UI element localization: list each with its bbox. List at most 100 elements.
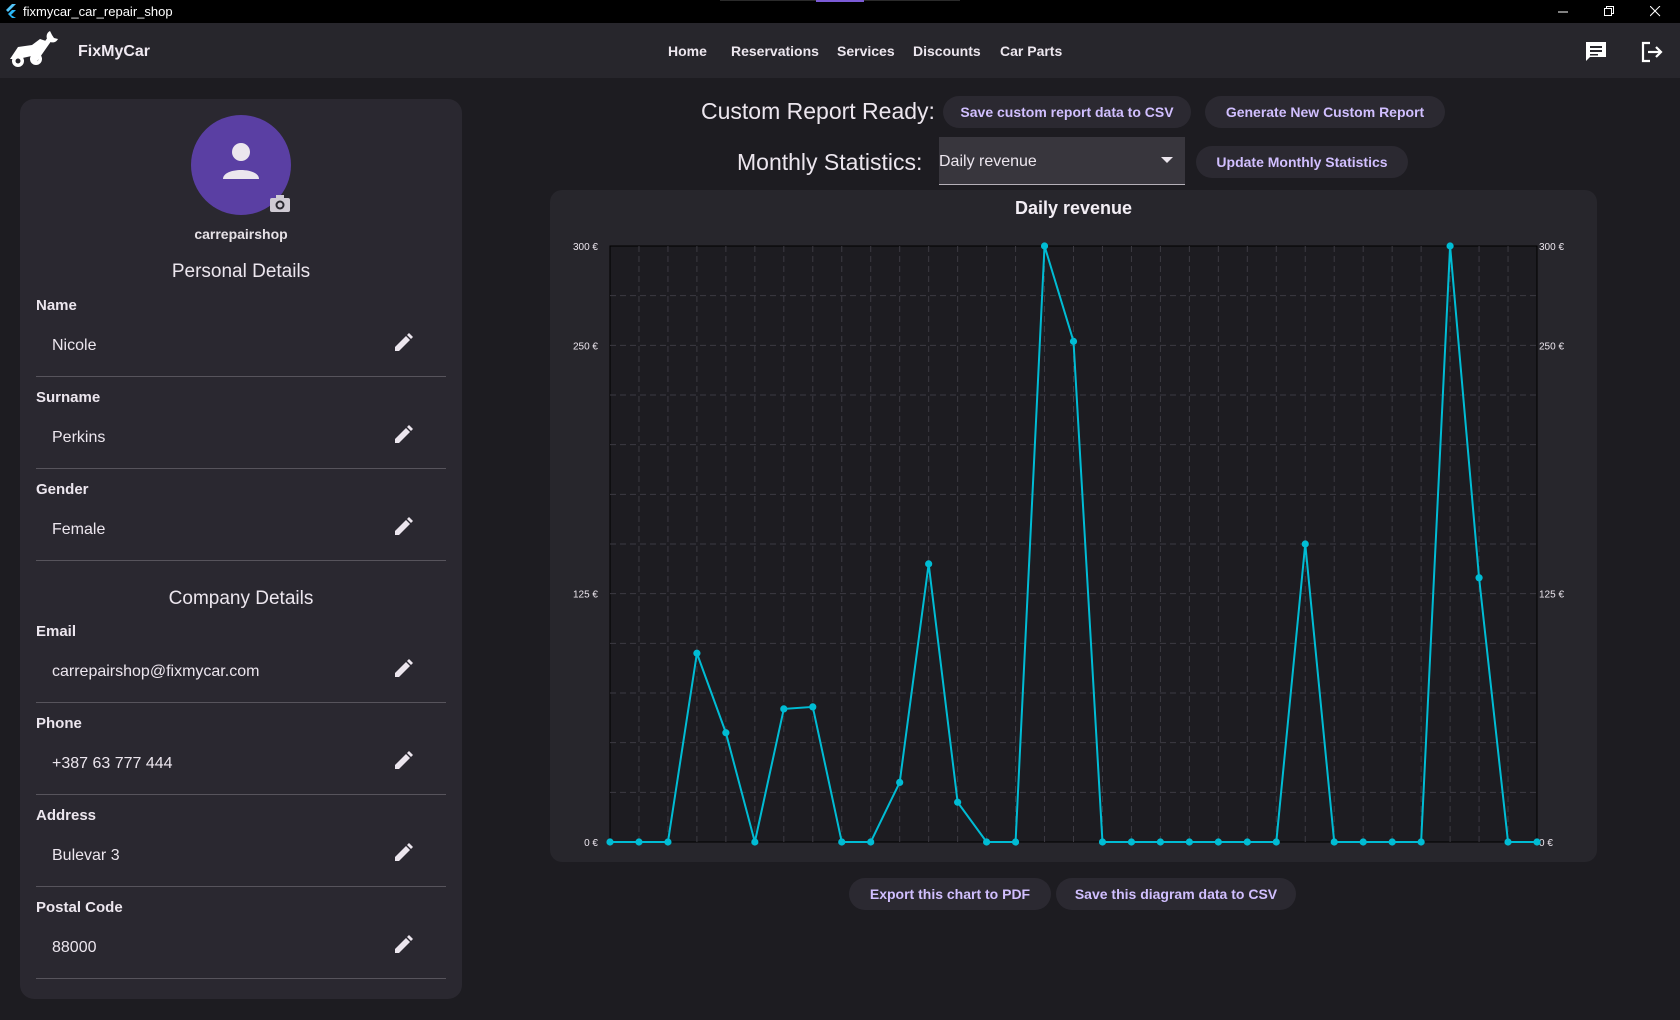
minimize-icon <box>1557 11 1568 13</box>
camera-icon[interactable] <box>269 194 291 213</box>
nav-services[interactable]: Services <box>837 23 895 78</box>
data-point <box>1040 242 1049 250</box>
chevron-down-icon <box>1161 157 1173 163</box>
title-accent-highlight <box>816 0 864 2</box>
data-point <box>809 703 817 711</box>
chat-icon[interactable] <box>1584 41 1608 63</box>
restore-button[interactable] <box>1586 0 1632 23</box>
export-chart-pdf-button[interactable]: Export this chart to PDF <box>849 878 1051 910</box>
window-title: fixmycar_car_repair_shop <box>23 4 173 19</box>
flutter-icon <box>6 4 16 18</box>
personal-details-title: Personal Details <box>171 261 311 282</box>
update-monthly-statistics-button[interactable]: Update Monthly Statistics <box>1196 146 1408 178</box>
field-label-surname: Surname <box>36 389 101 406</box>
field-label-email: Email <box>36 623 77 640</box>
edit-icon[interactable] <box>392 842 414 864</box>
divider <box>36 468 446 469</box>
data-point <box>1388 838 1396 846</box>
data-point <box>1127 838 1136 846</box>
data-point <box>982 838 991 846</box>
data-point <box>1504 838 1512 846</box>
field-label-postal-code: Postal Code <box>36 899 123 916</box>
data-point <box>1185 838 1193 846</box>
divider <box>36 886 446 887</box>
close-button[interactable] <box>1632 0 1678 23</box>
field-label-address: Address <box>36 807 97 824</box>
nav-home-label: Home <box>668 42 707 59</box>
app-bar: FixMyCar Home Reservations Services Disc… <box>0 23 1680 78</box>
data-point <box>867 838 875 846</box>
profile-card: carrepairshop Personal Details Name Nico… <box>20 99 462 999</box>
edit-icon[interactable] <box>392 750 414 772</box>
data-point <box>1533 838 1541 846</box>
data-point <box>1214 838 1222 846</box>
data-point <box>1330 838 1338 846</box>
nav-discounts-label: Discounts <box>913 42 981 59</box>
data-point <box>751 838 759 846</box>
logout-icon[interactable] <box>1640 40 1664 64</box>
field-label-gender: Gender <box>36 481 89 498</box>
divider <box>36 702 446 703</box>
data-point <box>1098 838 1107 846</box>
daily-revenue-chart: 0 € 0 € 125 € 125 € 250 € 250 € 300 € 300 € <box>573 242 1564 849</box>
nav-reservations-label: Reservations <box>731 42 819 59</box>
person-icon <box>223 143 259 179</box>
company-details-title: Company Details <box>168 588 314 609</box>
edit-icon[interactable] <box>392 424 414 446</box>
data-point <box>693 649 701 657</box>
edit-icon[interactable] <box>392 934 414 956</box>
custom-report-label: Custom Report Ready: <box>701 98 935 124</box>
data-point <box>1301 540 1309 548</box>
data-point <box>780 705 788 713</box>
field-value-phone: +387 63 777 444 <box>52 755 173 772</box>
nav-car-parts[interactable]: Car Parts <box>1000 23 1062 78</box>
edit-icon[interactable] <box>392 332 414 354</box>
data-point <box>1069 337 1078 345</box>
data-point <box>1156 838 1165 846</box>
field-value-postal-code: 88000 <box>52 939 97 956</box>
y-tick-label-right: 300 € <box>1539 242 1564 253</box>
monthly-statistics-dropdown[interactable]: Daily revenue <box>939 137 1185 185</box>
y-tick-label-left: 0 € <box>584 838 598 849</box>
save-custom-report-csv-button[interactable]: Save custom report data to CSV <box>943 96 1191 128</box>
profile-username: carrepairshop <box>194 226 288 242</box>
data-point <box>1243 838 1251 846</box>
data-point <box>635 838 643 846</box>
divider <box>36 560 446 561</box>
nav-home[interactable]: Home <box>668 23 707 78</box>
nav-reservations[interactable]: Reservations <box>731 23 819 78</box>
data-point <box>1011 838 1020 846</box>
data-point <box>606 838 614 846</box>
field-label-name: Name <box>36 297 77 314</box>
edit-icon[interactable] <box>392 516 414 538</box>
brand-name: FixMyCar <box>78 43 151 60</box>
minimize-button[interactable] <box>1540 0 1586 23</box>
nav-services-label: Services <box>837 42 895 59</box>
divider <box>36 978 446 979</box>
generate-custom-report-button[interactable]: Generate New Custom Report <box>1205 96 1445 128</box>
car-repair-logo-icon <box>10 31 58 67</box>
monthly-statistics-label: Monthly Statistics: <box>737 149 923 175</box>
data-point <box>954 798 962 806</box>
window-titlebar: fixmycar_car_repair_shop <box>0 0 1680 23</box>
y-tick-label-right: 250 € <box>1539 341 1564 352</box>
field-value-address: Bulevar 3 <box>52 847 120 864</box>
save-diagram-csv-button[interactable]: Save this diagram data to CSV <box>1056 878 1296 910</box>
field-value-surname: Perkins <box>52 429 106 446</box>
data-point <box>1417 838 1425 846</box>
edit-icon[interactable] <box>392 658 414 680</box>
data-point <box>1475 574 1483 582</box>
data-point <box>925 560 933 568</box>
data-point <box>722 729 730 737</box>
nav-discounts[interactable]: Discounts <box>913 23 981 78</box>
close-icon <box>1649 6 1660 17</box>
chart-card: Daily revenue 0 €0 €125 €125 €250 €250 €… <box>550 190 1597 862</box>
data-point <box>1272 838 1280 846</box>
data-point <box>664 838 672 846</box>
field-label-phone: Phone <box>36 715 82 732</box>
field-value-gender: Female <box>52 521 106 538</box>
data-point <box>1446 242 1454 250</box>
data-point <box>896 778 904 787</box>
y-tick-label-left: 125 € <box>573 590 598 601</box>
nav-car-parts-label: Car Parts <box>1000 42 1063 59</box>
